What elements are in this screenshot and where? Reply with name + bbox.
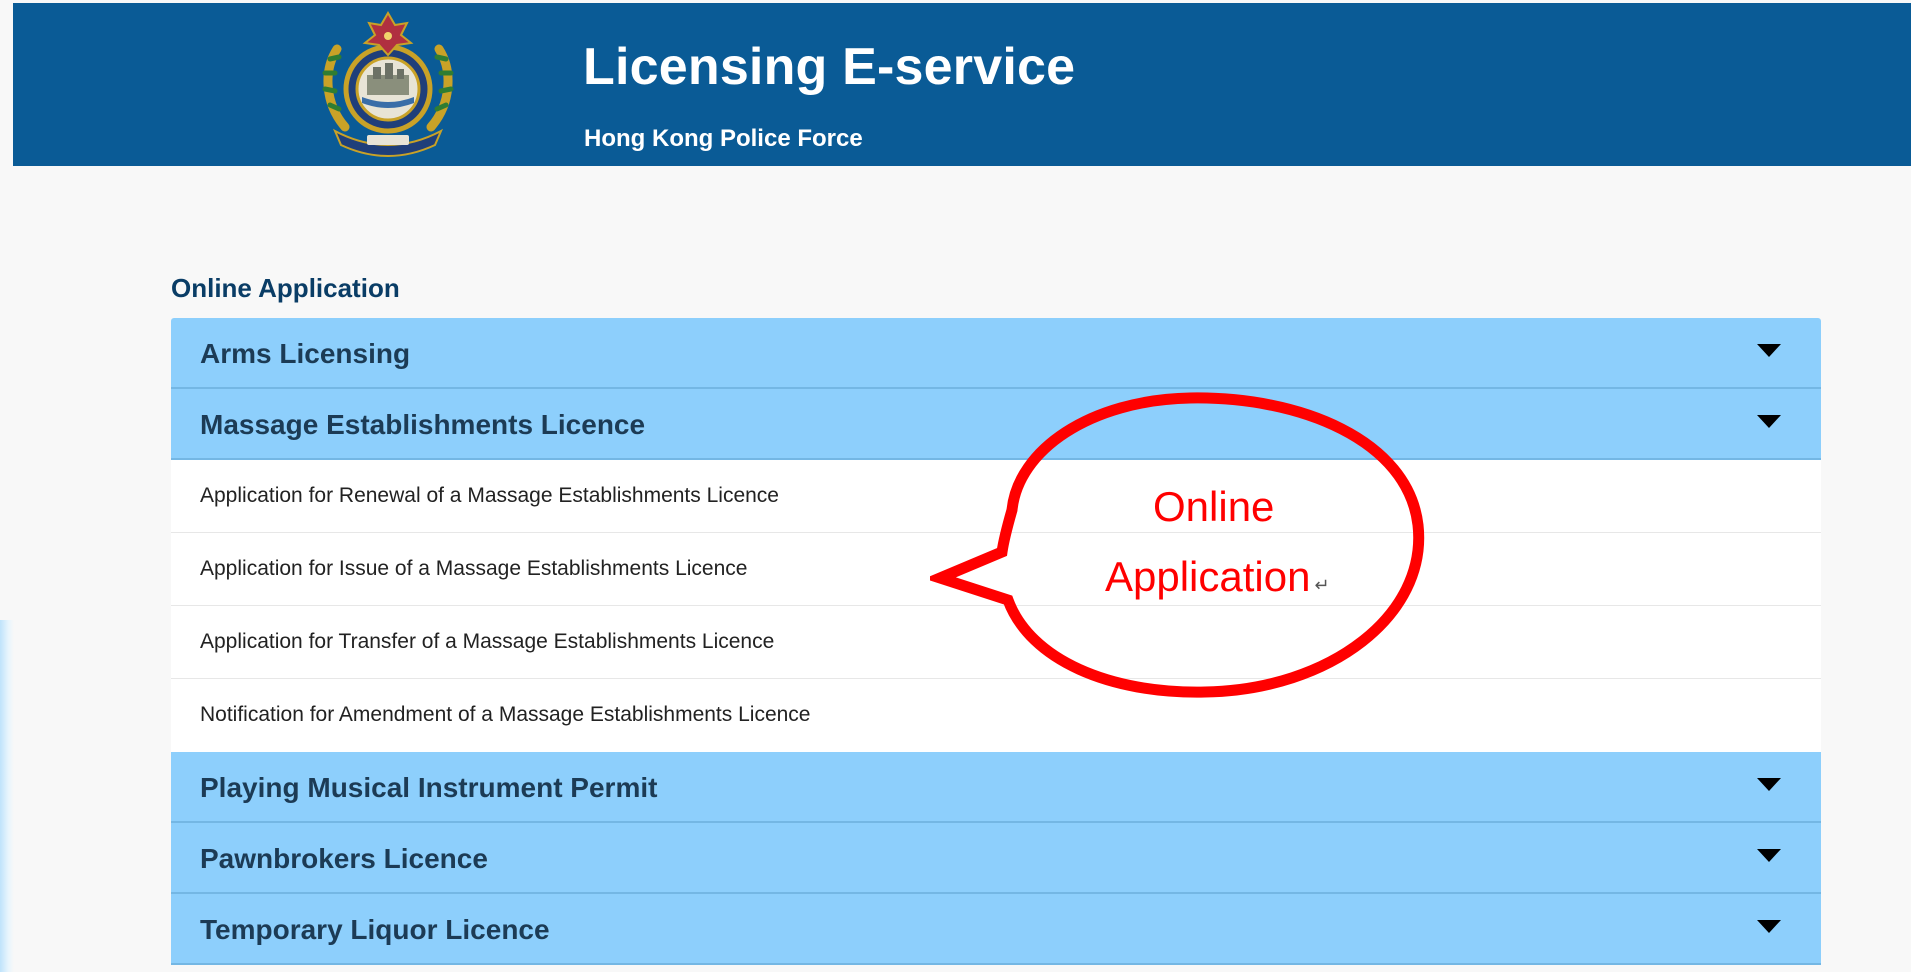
chevron-down-icon <box>1757 415 1781 428</box>
accordion-header-pawnbrokers-licence[interactable]: Pawnbrokers Licence <box>171 823 1821 894</box>
chevron-down-icon <box>1757 849 1781 862</box>
site-header: Licensing E-service Hong Kong Police For… <box>13 3 1911 166</box>
accordion-header-label: Massage Establishments Licence <box>200 409 646 440</box>
callout-text-line2-label: Application <box>1105 553 1311 600</box>
link-amendment-massage-licence[interactable]: Notification for Amendment of a Massage … <box>171 679 1821 752</box>
return-mark-icon: ↵ <box>1314 575 1330 595</box>
chevron-down-icon <box>1757 778 1781 791</box>
callout-text-line1: Online <box>1153 483 1275 530</box>
link-issue-massage-licence[interactable]: Application for Issue of a Massage Estab… <box>171 533 1821 606</box>
link-renewal-massage-licence[interactable]: Application for Renewal of a Massage Est… <box>171 460 1821 533</box>
accordion-header-label: Arms Licensing <box>200 338 411 369</box>
accordion-header-temporary-liquor-licence[interactable]: Temporary Liquor Licence <box>171 894 1821 965</box>
link-label: Application for Renewal of a Massage Est… <box>200 484 779 507</box>
link-label: Application for Issue of a Massage Estab… <box>200 557 748 580</box>
section-title: Online Application <box>171 273 400 303</box>
link-label: Application for Transfer of a Massage Es… <box>200 630 775 653</box>
accordion-header-arms-licensing[interactable]: Arms Licensing <box>171 318 1821 389</box>
app-title: Licensing E-service <box>583 38 1076 96</box>
police-crest-icon[interactable] <box>315 9 461 161</box>
link-label: Notification for Amendment of a Massage … <box>200 703 811 726</box>
app-subtitle: Hong Kong Police Force <box>584 125 863 152</box>
chevron-down-icon <box>1757 920 1781 933</box>
chevron-down-icon <box>1757 344 1781 357</box>
accordion-header-playing-musical-instrument-permit[interactable]: Playing Musical Instrument Permit <box>171 752 1821 823</box>
accordion-body-massage-establishments-licence: Application for Renewal of a Massage Est… <box>171 460 1821 752</box>
accordion-header-label: Pawnbrokers Licence <box>200 843 488 874</box>
link-transfer-massage-licence[interactable]: Application for Transfer of a Massage Es… <box>171 606 1821 679</box>
callout-text-line2: Application ↵ <box>1105 556 1330 598</box>
page: Licensing E-service Hong Kong Police For… <box>0 0 1911 972</box>
left-edge-glow <box>0 620 14 972</box>
accordion-header-massage-establishments-licence[interactable]: Massage Establishments Licence <box>171 389 1821 460</box>
accordion-header-label: Playing Musical Instrument Permit <box>200 772 658 803</box>
licence-accordion: Arms Licensing Massage Establishments Li… <box>171 318 1821 965</box>
accordion-header-label: Temporary Liquor Licence <box>200 914 550 945</box>
